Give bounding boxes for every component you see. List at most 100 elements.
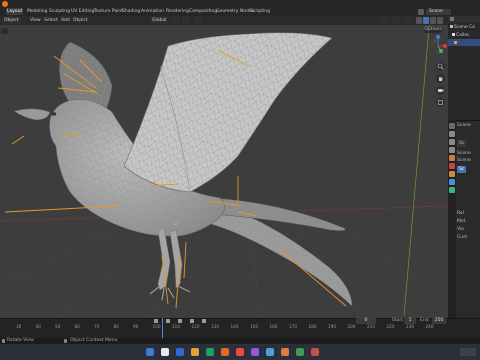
proportional-edit-icon[interactable] [194,17,202,24]
output-tab-icon[interactable] [449,139,455,145]
menu-select[interactable]: Select [44,17,58,24]
object-icon [454,41,457,44]
workspace-tab-scripting[interactable]: Scripting [249,8,271,15]
props-section-scene-2[interactable]: Scene [457,157,471,164]
props-section-viewport[interactable]: Vie [457,226,464,233]
props-active-field[interactable]: Sc [457,166,467,173]
menu-object[interactable]: Object [73,17,88,24]
zoom-icon[interactable] [436,62,445,71]
taskbar-app-icon[interactable] [281,348,289,356]
taskbar-app-icon[interactable] [161,348,169,356]
scene-selector[interactable]: Scene [426,9,451,15]
end-frame-label: End [420,318,429,323]
jump-start-icon[interactable] [154,319,158,323]
taskbar-app-icon[interactable] [221,348,229,356]
props-section-motion[interactable]: Mot [457,218,465,225]
workspace-tab-compositing[interactable]: Compositing [188,8,218,15]
end-frame-field[interactable]: 250 [432,318,446,324]
outliner-row-scene-collection[interactable]: Scene Co [448,24,480,31]
origin-point [174,222,178,226]
menu-view[interactable]: View [30,17,41,24]
scene-icon[interactable] [418,9,424,15]
workspace-tab-rendering[interactable]: Rendering [165,8,190,15]
mode-selector[interactable]: Object [2,17,21,24]
navigation-gizmo[interactable] [428,34,448,56]
ruler-tick-label: 220 [386,324,395,329]
props-section-relations[interactable]: Rel [457,210,464,217]
timeline-ruler[interactable]: 30 40 50 60 70 80 90 100 110 120 130 140 150 160 170 18… [0,324,448,331]
ruler-tick-label: 230 [406,324,414,329]
render-tab-icon[interactable] [449,131,455,137]
visibility-icon[interactable] [380,17,388,24]
world-tab-icon[interactable] [449,163,455,169]
3d-viewport[interactable] [0,16,448,318]
modifier-tab-icon[interactable] [449,179,455,185]
transform-orientation-dropdown[interactable]: Global [150,17,169,24]
overlay-toggle-icon[interactable] [404,17,412,24]
start-menu-icon[interactable] [146,348,154,356]
play-icon[interactable] [178,319,182,323]
ruler-tick-label: 110 [172,324,180,329]
scene-tab-icon[interactable] [449,155,455,161]
workspace-tab-modeling[interactable]: Modeling [26,8,48,15]
legs-mesh [149,227,191,301]
wireframe-shading-icon[interactable] [416,17,422,24]
jump-end-icon[interactable] [190,319,194,323]
tool-tab-icon[interactable] [449,123,455,129]
workspace-tab-layout[interactable]: Layout [6,8,24,15]
play-reverse-icon[interactable] [166,319,170,323]
eye [51,112,57,116]
taskbar-app-icon[interactable] [206,348,214,356]
outliner-panel: Scene Co Collec [448,16,480,120]
pivot-point-icon[interactable] [172,17,180,24]
object-tab-icon[interactable] [449,171,455,177]
view-layer-tab-icon[interactable] [449,147,455,153]
mouse-icon [2,339,5,343]
loop-icon[interactable] [202,319,206,323]
props-section-scene[interactable]: Scene [457,150,471,157]
workspace-tab-animation[interactable]: Animation [140,8,165,15]
outliner-row-collection[interactable]: Collec [448,32,480,39]
taskbar-app-icon[interactable] [296,348,304,356]
taskbar-app-icon[interactable] [191,348,199,356]
solid-shading-icon[interactable] [423,17,429,24]
snap-icon[interactable] [182,17,190,24]
taskbar-app-icon[interactable] [176,348,184,356]
workspace-tab-uv-editing[interactable]: UV Editing [70,8,95,15]
start-frame-label: Start [392,318,403,323]
taskbar-clock[interactable] [460,348,476,356]
tool-strip[interactable] [1,28,8,34]
taskbar-app-icon[interactable] [311,348,319,356]
pan-hand-icon[interactable] [436,74,445,83]
gizmo-x-axis [443,44,447,48]
options-dropdown[interactable]: Options [424,27,442,33]
outliner-header [448,16,480,23]
ruler-tick-label: 130 [211,324,219,329]
perspective-toggle-icon[interactable] [436,98,445,107]
workspace-tab-texture-paint[interactable]: Texture Paint [93,8,124,15]
taskbar-app-icon[interactable] [236,348,244,356]
start-frame-field[interactable]: 1 [404,318,416,324]
filter-icon[interactable] [450,17,454,21]
menu-add[interactable]: Add [61,17,70,24]
data-tab-icon[interactable] [449,187,455,193]
props-section-custom[interactable]: Cust [457,234,467,241]
taskbar-app-icon[interactable] [251,348,259,356]
ruler-tick-label: 120 [191,324,200,329]
ruler-tick-label: 240 [425,324,434,329]
viewport-canvas[interactable] [0,16,448,318]
workspace-tab-shading[interactable]: Shading [121,8,141,15]
ruler-tick-label: 190 [328,324,336,329]
ruler-tick-label: 170 [289,324,297,329]
collection-icon [452,33,455,36]
camera-view-icon[interactable] [436,86,445,95]
gizmo-toggle-icon[interactable] [392,17,400,24]
blender-logo-icon[interactable] [2,1,8,7]
material-shading-icon[interactable] [430,17,436,24]
outliner-row-selected-object[interactable] [448,39,480,46]
workspace-tab-sculpting[interactable]: Sculpting [48,8,71,15]
rendered-shading-icon[interactable] [437,17,443,24]
taskbar-app-icon[interactable] [266,348,274,356]
current-frame-field[interactable]: 0 [356,318,376,324]
props-scene-field[interactable]: Sc [457,140,467,147]
